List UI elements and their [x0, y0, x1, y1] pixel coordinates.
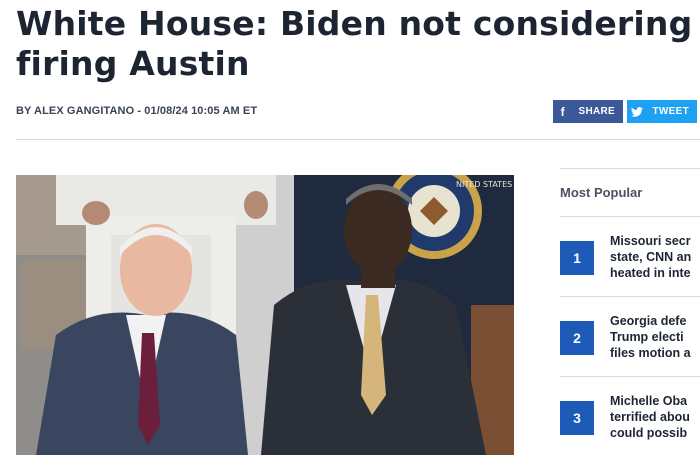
popular-item-1[interactable]: 1 Missouri secr state, CNN an heated in …	[560, 216, 700, 296]
facebook-share-button[interactable]: f SHARE	[553, 100, 623, 123]
popular-item-2[interactable]: 2 Georgia defe Trump electi files motion…	[560, 296, 700, 376]
tweet-label: TWEET	[652, 106, 689, 117]
popular-item-title[interactable]: Michelle Oba terrified abou could possib	[610, 393, 700, 441]
share-label: SHARE	[578, 106, 615, 117]
popular-item-title[interactable]: Missouri secr state, CNN an heated in in…	[610, 233, 700, 281]
popular-rank-badge: 1	[560, 241, 594, 275]
article-headline: White House: Biden not considering firin…	[16, 4, 700, 84]
popular-rank-badge: 3	[560, 401, 594, 435]
byline: BY ALEX GANGITANO - 01/08/24 10:05 AM ET	[16, 105, 258, 117]
share-bar: f SHARE TWEET	[553, 100, 697, 123]
most-popular-title: Most Popular	[560, 185, 643, 200]
header-divider	[16, 139, 700, 140]
twitter-bird-icon	[627, 100, 647, 123]
most-popular-sidebar: Most Popular 1 Missouri secr state, CNN …	[560, 168, 700, 456]
popular-item-title[interactable]: Georgia defe Trump electi files motion a	[610, 313, 700, 361]
popular-rank-badge: 2	[560, 321, 594, 355]
facebook-icon: f	[560, 104, 565, 119]
popular-item-3[interactable]: 3 Michelle Oba terrified abou could poss…	[560, 376, 700, 456]
seal-text: NITED STATES	[456, 180, 512, 189]
biden-austin-photo: NITED STATES	[16, 175, 514, 455]
headline-line-1: White House: Biden not considering	[16, 4, 693, 43]
article-photo[interactable]: NITED STATES	[16, 175, 514, 455]
twitter-share-button[interactable]: TWEET	[627, 100, 697, 123]
headline-line-2: firing Austin	[16, 44, 250, 83]
